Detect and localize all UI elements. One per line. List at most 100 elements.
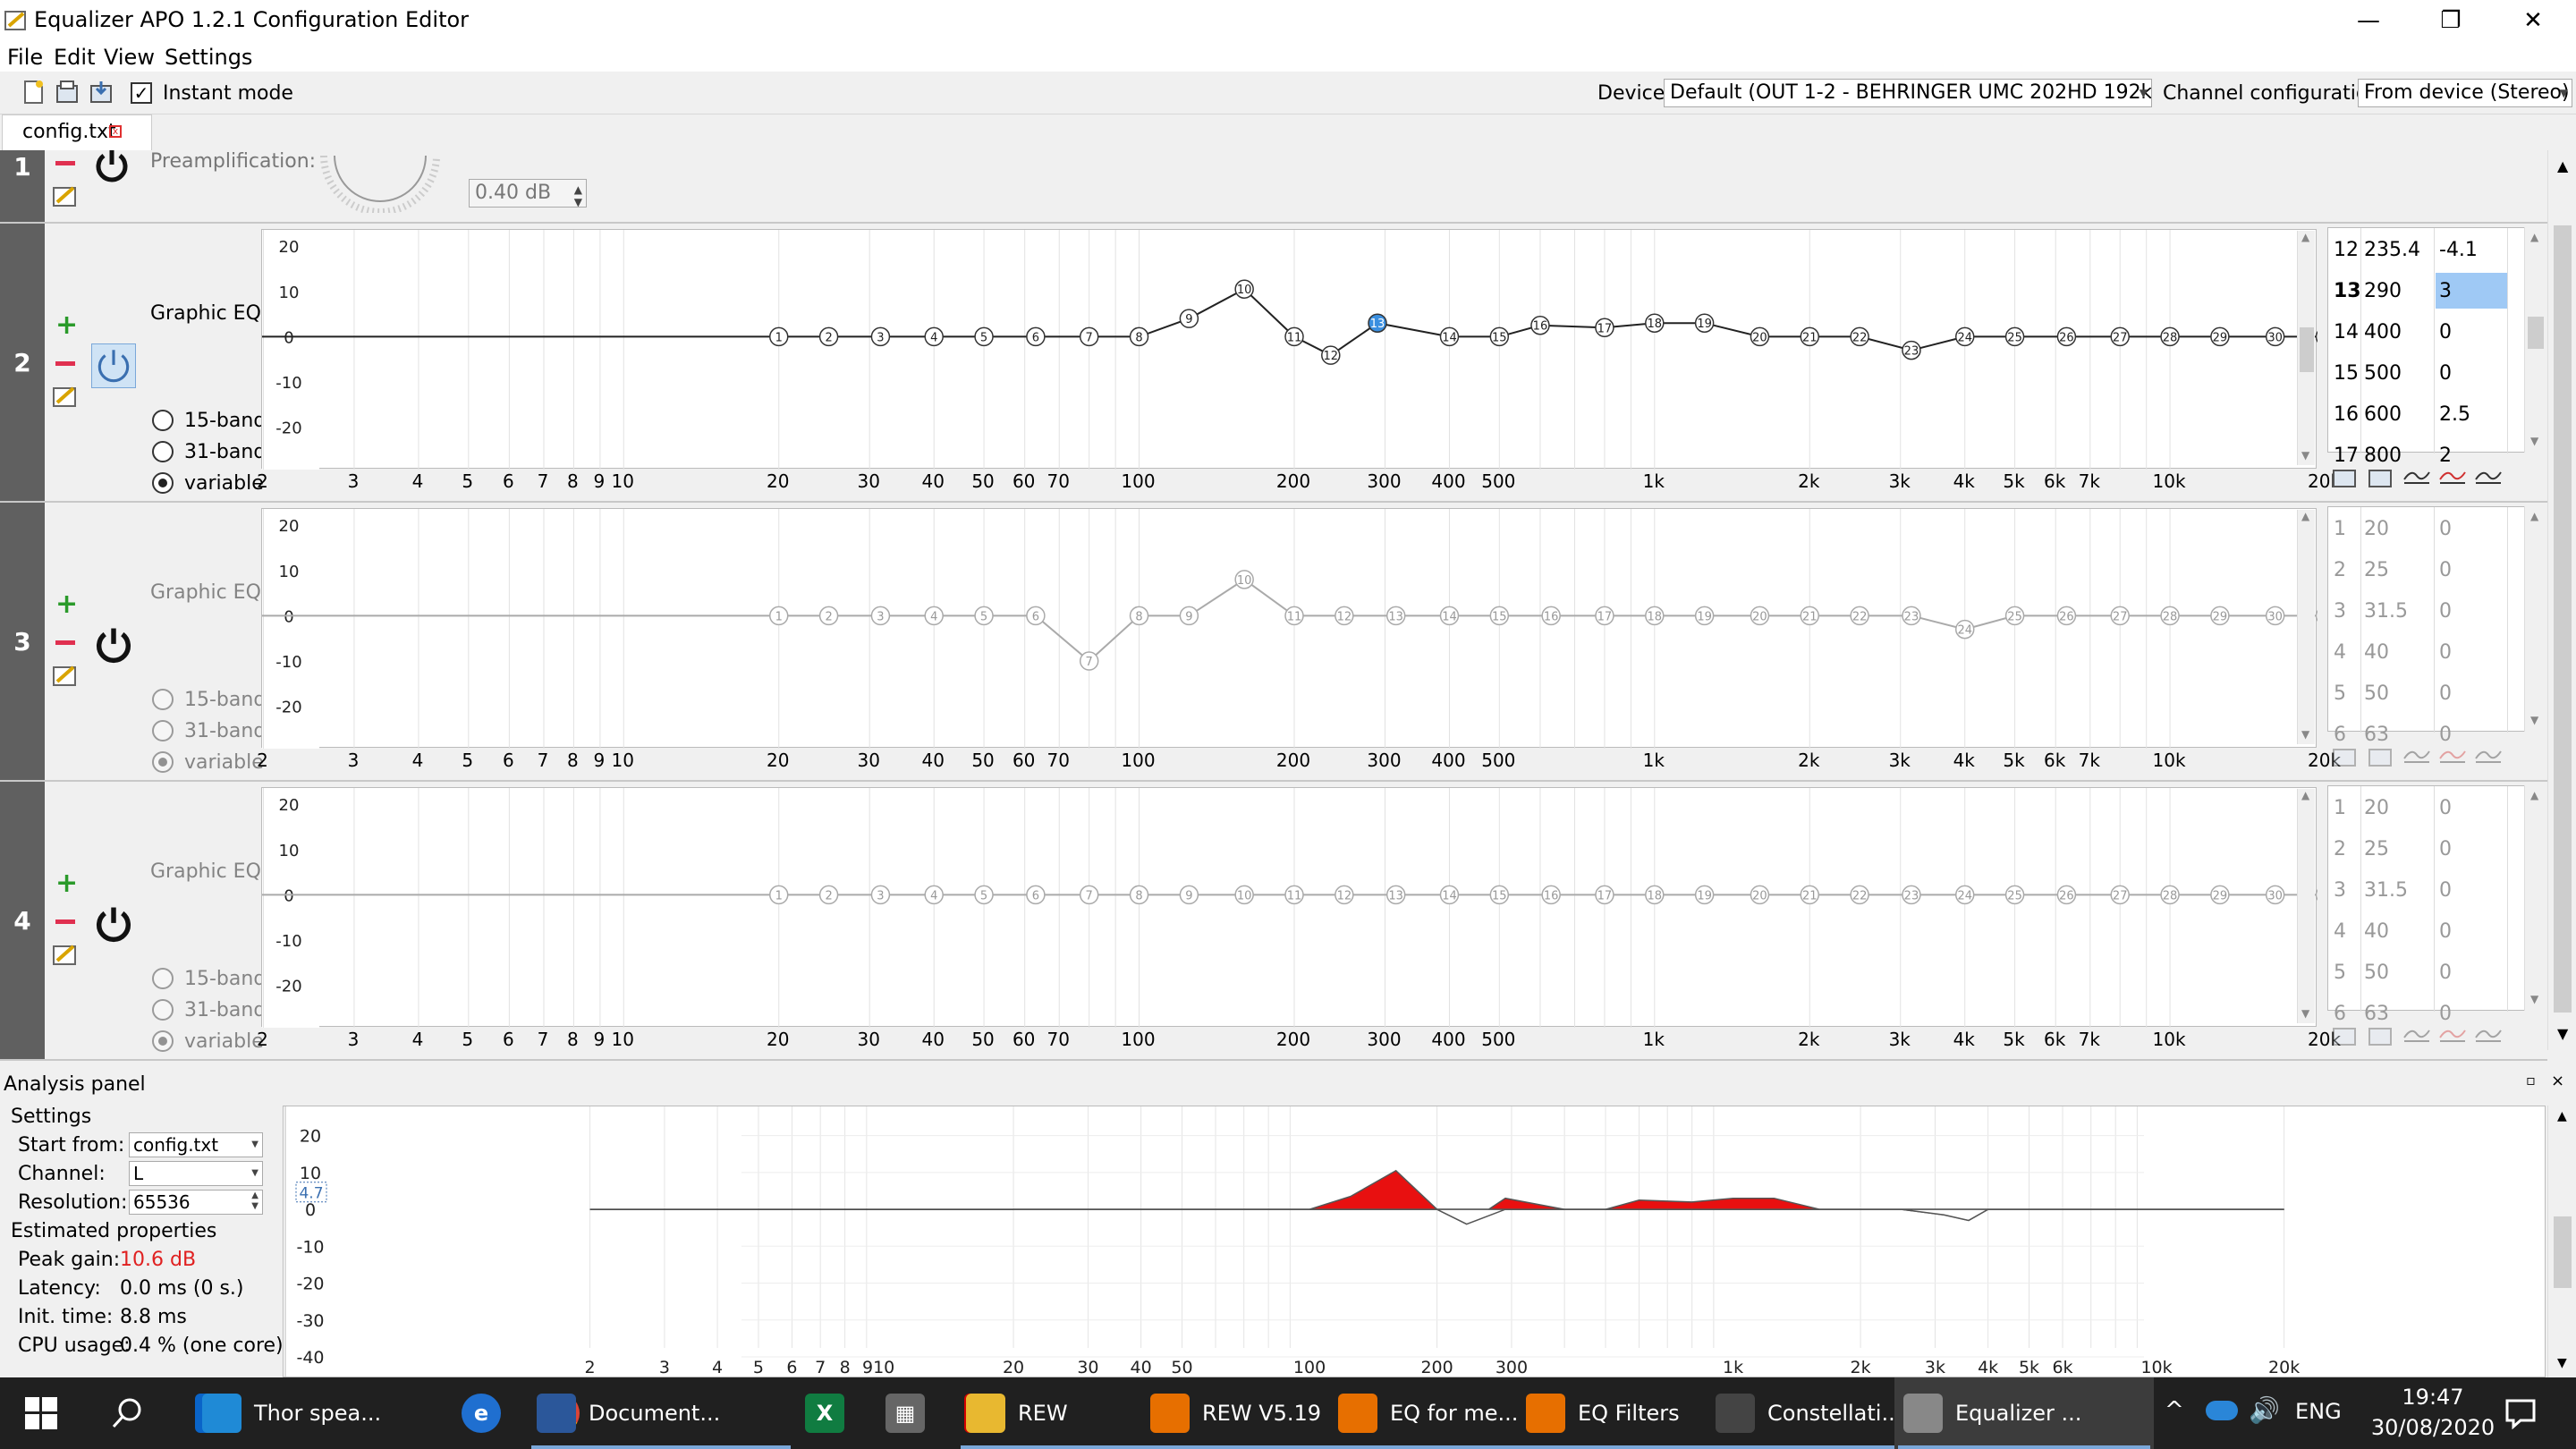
taskbar-item[interactable]: Thor spea... [193, 1377, 449, 1449]
radio-variable[interactable] [152, 472, 174, 494]
chevron-up-icon[interactable]: ▲ [2301, 789, 2309, 801]
graph-scrollbar[interactable]: ▲ ▼ [2297, 510, 2315, 744]
notifications-icon[interactable] [2504, 1397, 2537, 1429]
band-table[interactable]: 12 235.4 -4.1 13 290 3 14 400 0 15 500 0 16 600 2.5 17 8… [2327, 227, 2546, 467]
power-icon[interactable] [91, 343, 136, 388]
band-frequency[interactable]: 235.4 [2364, 239, 2420, 261]
new-file-icon[interactable] [20, 79, 47, 106]
calculator-icon[interactable]: ▦ [886, 1394, 925, 1433]
band-gain[interactable]: 0 [2439, 518, 2452, 540]
radio-variable[interactable] [152, 1030, 174, 1052]
radio-31-band[interactable] [152, 441, 174, 462]
search-icon[interactable] [111, 1397, 143, 1429]
band-table-row[interactable]: 16 600 2.5 [2328, 394, 2525, 436]
chevron-up-icon[interactable]: ▲ [2301, 231, 2309, 243]
power-icon[interactable] [91, 623, 136, 667]
radio-15-band[interactable] [152, 689, 174, 710]
close-tab-icon[interactable]: x [109, 125, 122, 138]
preamp-knob[interactable] [320, 147, 440, 213]
language-indicator[interactable]: ENG [2295, 1399, 2342, 1424]
chevron-down-icon[interactable]: ▼ [2557, 1356, 2567, 1370]
minimize-button[interactable]: — [2327, 0, 2410, 41]
band-frequency[interactable]: 50 [2364, 962, 2389, 984]
band-index[interactable]: 1 [2334, 797, 2346, 819]
radio-31-band[interactable] [152, 720, 174, 741]
band-table-row[interactable]: 1 20 0 [2328, 509, 2525, 550]
band-frequency[interactable]: 25 [2364, 838, 2389, 860]
band-index[interactable]: 5 [2334, 962, 2346, 984]
reset-icon[interactable] [2474, 463, 2503, 488]
band-index[interactable]: 3 [2334, 879, 2346, 902]
graph-scrollbar[interactable]: ▲ ▼ [2297, 231, 2315, 465]
resolution-input[interactable]: 65536 ▲ ▼ [129, 1190, 263, 1215]
invert-icon[interactable] [2438, 742, 2467, 767]
band-table-row[interactable]: 5 50 0 [2328, 674, 2525, 715]
export-icon[interactable] [2367, 463, 2395, 488]
smooth-icon[interactable] [2402, 1021, 2431, 1046]
remove-filter-icon[interactable] [55, 640, 77, 648]
radio-15-band[interactable] [152, 410, 174, 431]
band-index[interactable]: 2 [2334, 559, 2346, 581]
band-table-row[interactable]: 15 500 0 [2328, 353, 2525, 394]
chevron-down-icon[interactable]: ▼ [2301, 1007, 2309, 1020]
channel-config-select[interactable]: From device (Stereo) ▼ [2358, 79, 2572, 107]
band-gain[interactable]: 0 [2439, 321, 2452, 343]
band-gain[interactable]: 0 [2439, 879, 2452, 902]
preamp-value-input[interactable]: 0.40 dB ▲ ▼ [469, 179, 587, 208]
band-gain[interactable]: -4.1 [2439, 239, 2478, 261]
remove-filter-icon[interactable] [55, 161, 77, 168]
chevron-up-icon[interactable]: ▲ [2530, 510, 2538, 522]
chevron-up-icon[interactable]: ▲ [2557, 157, 2568, 174]
export-icon[interactable] [2367, 742, 2395, 767]
band-index[interactable]: 15 [2334, 362, 2359, 385]
band-index[interactable]: 14 [2334, 321, 2359, 343]
chevron-down-icon[interactable]: ▼ [2530, 714, 2538, 726]
band-table-row[interactable]: 4 40 0 [2328, 911, 2525, 953]
band-index[interactable]: 5 [2334, 682, 2346, 705]
chevron-up-icon[interactable]: ▲ [2530, 231, 2538, 243]
volume-icon[interactable]: 🔊 [2249, 1395, 2280, 1425]
band-frequency[interactable]: 31.5 [2364, 879, 2408, 902]
band-index[interactable]: 2 [2334, 838, 2346, 860]
edit-icon[interactable] [52, 662, 79, 687]
graph-scroll-thumb[interactable] [2300, 327, 2314, 372]
taskbar-item[interactable]: Document... [528, 1377, 794, 1449]
band-index[interactable]: 16 [2334, 403, 2359, 426]
band-frequency[interactable]: 50 [2364, 682, 2389, 705]
band-gain[interactable]: 0 [2439, 962, 2452, 984]
clock-date[interactable]: 30/08/2020 [2368, 1415, 2497, 1440]
add-filter-icon[interactable]: + [55, 591, 78, 618]
remove-filter-icon[interactable] [55, 919, 77, 927]
open-file-icon[interactable] [54, 79, 80, 106]
edit-icon[interactable] [52, 941, 79, 966]
save-file-icon[interactable] [88, 79, 114, 106]
band-frequency[interactable]: 290 [2364, 280, 2402, 302]
band-gain[interactable]: 0 [2439, 600, 2452, 623]
remove-filter-icon[interactable] [55, 361, 77, 369]
chevron-down-icon[interactable]: ▼ [2301, 728, 2309, 741]
analysis-scroll-thumb[interactable] [2554, 1216, 2572, 1288]
menu-file[interactable]: File [7, 45, 43, 70]
chevron-up-icon[interactable]: ▲ [2557, 1109, 2567, 1123]
table-scrollbar[interactable]: ▲ ▼ [2524, 227, 2546, 453]
clock-time[interactable]: 19:47 [2388, 1385, 2478, 1410]
reset-icon[interactable] [2474, 742, 2503, 767]
band-gain[interactable]: 0 [2439, 682, 2452, 705]
radio-31-band[interactable] [152, 999, 174, 1021]
band-frequency[interactable]: 20 [2364, 518, 2389, 540]
band-table-row[interactable]: 3 31.5 0 [2328, 870, 2525, 911]
band-index[interactable]: 1 [2334, 518, 2346, 540]
band-gain[interactable]: 0 [2439, 641, 2452, 664]
add-filter-icon[interactable]: + [55, 870, 78, 897]
import-icon[interactable] [2331, 463, 2360, 488]
band-gain[interactable]: 0 [2439, 838, 2452, 860]
menu-edit[interactable]: Edit [54, 45, 95, 70]
band-table[interactable]: 1 20 0 2 25 0 3 31.5 0 4 40 0 5 50 0 6 63 0 [2327, 785, 2546, 1025]
band-table-row[interactable]: 5 50 0 [2328, 953, 2525, 994]
add-filter-icon[interactable]: + [55, 312, 78, 339]
internet-explorer-icon[interactable]: e [462, 1394, 501, 1433]
smooth-icon[interactable] [2402, 742, 2431, 767]
channel-select[interactable]: L ▼ [129, 1161, 263, 1186]
radio-15-band[interactable] [152, 968, 174, 989]
band-gain[interactable]: 3 [2436, 273, 2507, 309]
